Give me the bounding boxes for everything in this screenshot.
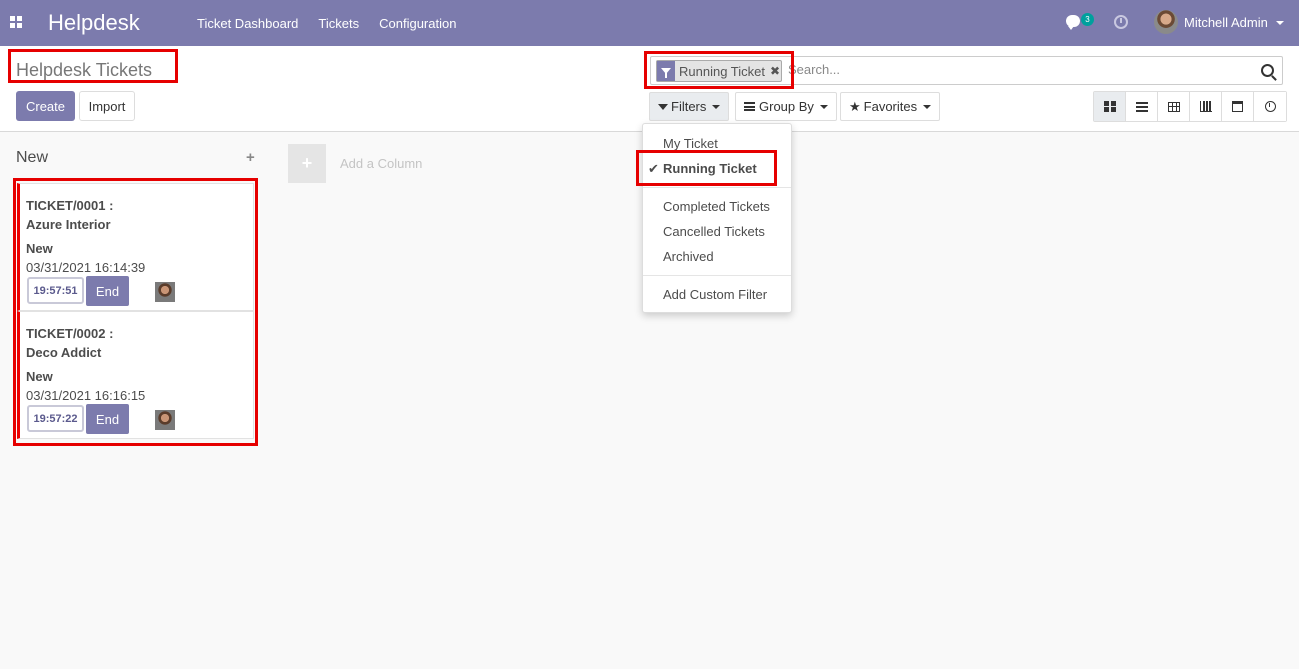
main-menu: Ticket Dashboard Tickets Configuration <box>187 0 466 46</box>
filter-archived[interactable]: Archived <box>663 249 714 264</box>
menu-configuration[interactable]: Configuration <box>369 16 466 31</box>
view-kanban-button[interactable] <box>1094 92 1126 121</box>
end-timer-button[interactable]: End <box>86 404 129 434</box>
ticket-date: 03/31/2021 16:16:15 <box>26 388 146 403</box>
checkmark-icon: ✔ <box>648 161 659 176</box>
search-bar[interactable]: Running Ticket ✖ <box>650 56 1283 85</box>
filter-running-ticket-label: Running Ticket <box>663 161 757 176</box>
kanban-view-icon <box>1103 101 1116 112</box>
caret-down-icon <box>923 104 932 109</box>
filter-my-ticket[interactable]: My Ticket <box>663 136 718 151</box>
filters-label: Filters <box>671 99 707 114</box>
search-facet-running-ticket[interactable]: Running Ticket ✖ <box>656 60 782 82</box>
ticket-partner: Azure Interior <box>26 217 111 232</box>
control-panel: Helpdesk Tickets Create Import Running T… <box>0 46 1299 132</box>
caret-down-icon <box>819 104 828 109</box>
ticket-timer: 19:57:51 <box>27 277 84 304</box>
chat-count-badge: 3 <box>1081 13 1094 26</box>
ticket-stage: New <box>26 369 53 384</box>
ticket-stage: New <box>26 241 53 256</box>
filters-dropdown-menu: My Ticket ✔ Running Ticket Completed Tic… <box>642 123 792 313</box>
filters-dropdown-button[interactable]: Filters <box>649 92 730 121</box>
favorites-dropdown-button[interactable]: ★ Favorites <box>840 92 941 121</box>
filter-completed-tickets[interactable]: Completed Tickets <box>663 199 770 214</box>
groupby-label: Group By <box>759 99 814 114</box>
top-navbar: Helpdesk Ticket Dashboard Tickets Config… <box>0 0 1299 46</box>
page-title: Helpdesk Tickets <box>16 60 153 80</box>
user-menu-name[interactable]: Mitchell Admin <box>1184 15 1268 30</box>
user-avatar[interactable] <box>1154 10 1178 34</box>
bars-icon <box>744 102 755 111</box>
kanban-card[interactable]: TICKET/0001 : Azure Interior New 03/31/2… <box>17 183 254 311</box>
menu-tickets[interactable]: Tickets <box>308 16 369 31</box>
import-button[interactable]: Import <box>79 91 135 121</box>
caret-down-icon <box>712 104 721 109</box>
filter-funnel-icon <box>657 61 675 81</box>
view-list-button[interactable] <box>1126 92 1158 121</box>
pivot-view-icon <box>1167 101 1180 112</box>
search-input[interactable] <box>788 62 1238 77</box>
assignee-avatar <box>155 410 175 430</box>
list-view-icon <box>1135 101 1148 112</box>
view-graph-button[interactable] <box>1190 92 1222 121</box>
ticket-ref: TICKET/0002 : <box>26 326 114 341</box>
ticket-date: 03/31/2021 16:14:39 <box>26 260 146 275</box>
create-button[interactable]: Create <box>16 91 75 121</box>
chat-icon[interactable] <box>1066 15 1080 30</box>
filter-running-ticket[interactable]: ✔ Running Ticket <box>648 161 757 176</box>
ticket-ref: TICKET/0001 : <box>26 198 114 213</box>
funnel-icon <box>658 103 668 110</box>
kanban-card[interactable]: TICKET/0002 : Deco Addict New 03/31/2021… <box>17 311 254 439</box>
star-icon: ★ <box>849 98 861 114</box>
add-custom-filter[interactable]: Add Custom Filter <box>663 287 767 302</box>
kanban-column-title: New <box>16 149 49 166</box>
facet-label: Running Ticket <box>679 63 765 79</box>
menu-divider <box>643 187 791 188</box>
menu-divider <box>643 275 791 276</box>
ticket-timer: 19:57:22 <box>27 405 84 432</box>
ticket-partner: Deco Addict <box>26 345 102 360</box>
view-switcher <box>1093 91 1287 122</box>
search-icon[interactable] <box>1261 64 1274 77</box>
menu-ticket-dashboard[interactable]: Ticket Dashboard <box>187 16 308 31</box>
facet-remove-icon[interactable]: ✖ <box>770 64 780 78</box>
graph-view-icon <box>1199 101 1212 112</box>
quick-create-plus-icon[interactable]: + <box>246 149 255 166</box>
filter-cancelled-tickets[interactable]: Cancelled Tickets <box>663 224 765 239</box>
view-activity-button[interactable] <box>1254 92 1286 121</box>
end-timer-button[interactable]: End <box>86 276 129 306</box>
add-column-plus-icon[interactable]: + <box>288 144 326 183</box>
add-column-label[interactable]: Add a Column <box>340 156 422 171</box>
apps-grid-icon[interactable] <box>10 16 22 28</box>
favorites-label: Favorites <box>863 99 918 114</box>
view-pivot-button[interactable] <box>1158 92 1190 121</box>
app-brand[interactable]: Helpdesk <box>48 10 140 36</box>
calendar-view-icon <box>1232 101 1243 112</box>
activity-view-icon <box>1264 101 1276 112</box>
user-caret-icon[interactable] <box>1276 21 1284 25</box>
assignee-avatar <box>155 282 175 302</box>
view-calendar-button[interactable] <box>1222 92 1254 121</box>
groupby-dropdown-button[interactable]: Group By <box>735 92 837 121</box>
activity-clock-icon[interactable] <box>1114 15 1128 29</box>
